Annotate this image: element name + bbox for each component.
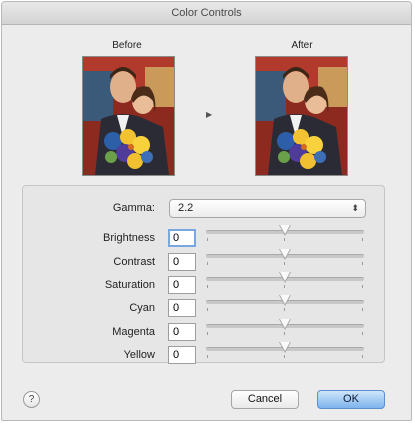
help-button[interactable]: ? [23,391,40,408]
slider-tick [207,355,208,358]
slider-tick [207,262,208,265]
chevron-up-down-icon: ⬍ [351,203,359,213]
yellow-slider[interactable] [206,342,364,361]
slider-tick [362,332,363,335]
saturation-label: Saturation [104,279,155,291]
slider-tick [207,308,208,311]
brightness-slider[interactable] [206,225,364,244]
slider-tick [362,308,363,311]
after-preview-image [255,56,348,176]
cyan-slider[interactable] [206,295,364,314]
saturation-field[interactable]: 0 [168,276,196,294]
slider-thumb[interactable] [279,319,291,330]
slider-tick [284,262,285,265]
slider-thumb[interactable] [279,295,291,306]
gamma-value: 2.2 [178,202,194,214]
gamma-label: Gamma: [112,202,155,214]
yellow-field[interactable]: 0 [168,346,196,364]
slider-tick [284,238,285,241]
slider-tick [207,285,208,288]
slider-thumb[interactable] [279,225,291,236]
slider-thumb[interactable] [279,342,291,353]
cyan-field[interactable]: 0 [168,299,196,317]
slider-tick [362,285,363,288]
cancel-button[interactable]: Cancel [231,390,299,409]
before-preview-image [82,56,175,176]
gamma-select[interactable]: 2.2 ⬍ [169,199,366,218]
slider-tick [362,355,363,358]
contrast-field[interactable]: 0 [168,253,196,271]
contrast-label: Contrast [113,256,155,268]
slider-tick [207,238,208,241]
slider-thumb[interactable] [279,272,291,283]
slider-tick [284,308,285,311]
brightness-label: Brightness [103,232,155,244]
ok-button[interactable]: OK [317,390,385,409]
magenta-field[interactable]: 0 [168,323,196,341]
slider-tick [207,332,208,335]
before-label: Before [112,40,142,51]
contrast-slider[interactable] [206,249,364,268]
yellow-label: Yellow [123,349,155,361]
slider-tick [284,285,285,288]
magenta-slider[interactable] [206,319,364,338]
slider-tick [284,355,285,358]
brightness-field[interactable]: 0 [168,229,196,247]
slider-tick [284,332,285,335]
slider-tick [362,262,363,265]
window-title: Color Controls [2,2,411,25]
after-label: After [291,40,313,51]
slider-tick [362,238,363,241]
saturation-slider[interactable] [206,272,364,291]
slider-thumb[interactable] [279,249,291,260]
cyan-label: Cyan [129,302,155,314]
magenta-label: Magenta [112,326,155,338]
arrow-icon: ▶ [206,110,213,119]
